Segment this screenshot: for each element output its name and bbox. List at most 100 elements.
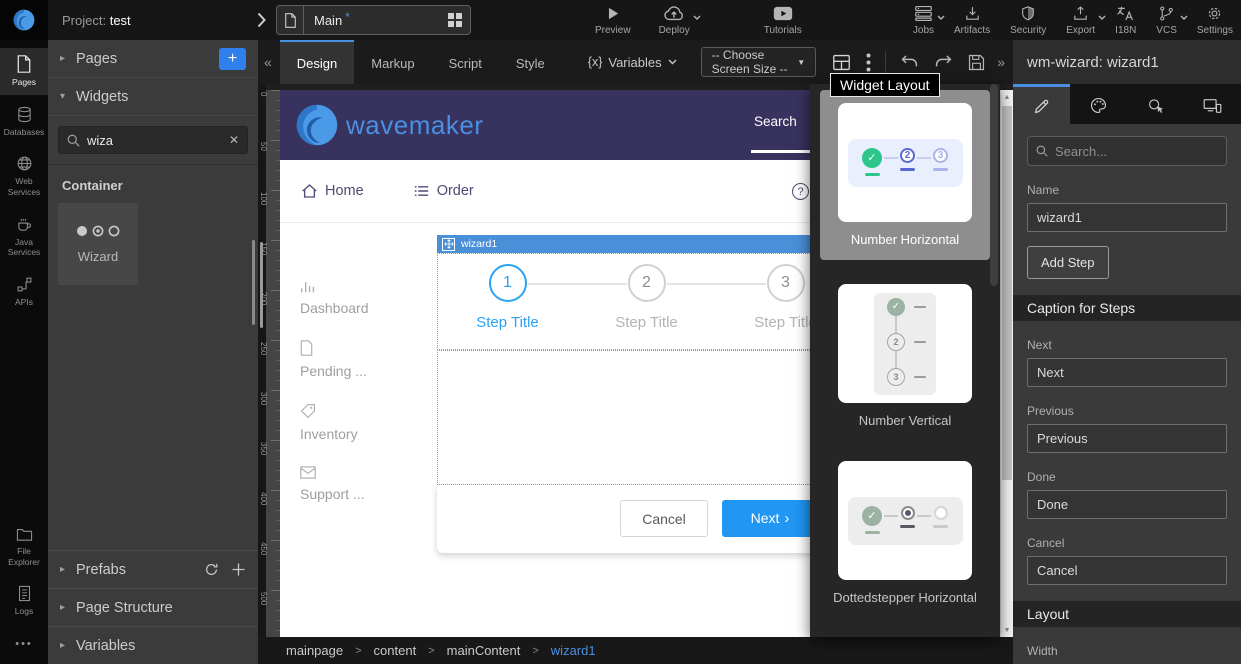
jobs-server-icon [914,5,933,22]
rail-item-file-explorer[interactable]: File Explorer [0,520,48,574]
collapse-panel-icon[interactable]: « [258,54,280,70]
scroll-up-icon[interactable]: ▲ [1001,90,1013,104]
help-icon[interactable]: ? [792,183,809,200]
tab-design[interactable]: Design [280,40,354,84]
pages-grid-icon[interactable] [448,13,462,27]
clear-search-icon[interactable]: ✕ [229,133,239,147]
widget-tile-wizard[interactable]: Wizard [58,203,138,285]
widget-search-box: ✕ [58,126,248,154]
screen-size-select[interactable]: -- Choose Screen Size -- ▼ [701,47,817,77]
breadcrumb-mainpage[interactable]: mainpage [286,643,343,658]
section-widgets[interactable]: ▾ Widgets [48,78,258,116]
i18n-button[interactable]: I18N [1109,3,1142,38]
rail-item-databases[interactable]: Databases [0,99,48,145]
rail-more-button[interactable]: ••• [0,628,48,664]
move-handle-icon[interactable] [442,238,455,251]
rail-item-java-services[interactable]: Java Services [0,209,48,265]
section-variables[interactable]: ▸ Variables [48,626,258,664]
app-nav-support[interactable]: Support ... [300,466,437,502]
breadcrumb-content[interactable]: content [374,643,417,658]
layout-option-number-horizontal[interactable]: ✓ 2 3 Number Horizontal [820,90,990,260]
header-search-link[interactable]: Search [754,114,797,129]
section-page-structure[interactable]: ▸ Page Structure [48,588,258,626]
nav-home[interactable]: Home [302,183,364,199]
jobs-button[interactable]: Jobs [907,3,940,38]
wizard-next-button[interactable]: Next› [722,500,818,537]
rail-item-web-services[interactable]: Web Services [0,148,48,204]
tab-events[interactable] [1127,84,1184,124]
widget-search-input[interactable] [87,133,222,148]
properties-search-input[interactable] [1055,144,1218,159]
nav-order[interactable]: Order [414,183,474,199]
layout-option-dottedstepper-horizontal[interactable]: ✓ Dottedstepper Horizontal [820,461,990,605]
breadcrumb-chevron-icon[interactable] [257,12,266,28]
page-icon [277,6,304,34]
wizard-cancel-button[interactable]: Cancel [620,500,708,537]
cancel-field[interactable] [1027,556,1227,585]
variables-dropdown[interactable]: {x} Variables [588,55,677,70]
tab-devices[interactable] [1184,84,1241,124]
menu-scrollbar-thumb[interactable] [990,84,998,286]
widget-layout-button[interactable] [828,50,855,75]
done-field[interactable] [1027,490,1227,519]
canvas-scrollbar[interactable]: ▲ ▼ [1000,90,1013,637]
tab-properties[interactable] [1013,84,1070,124]
properties-search-box [1027,136,1227,166]
more-options-button[interactable] [862,49,875,76]
tab-style[interactable]: Style [499,40,562,84]
scroll-down-icon[interactable]: ▼ [1001,623,1013,637]
tab-styles[interactable] [1070,84,1127,124]
add-page-button[interactable]: + [219,48,246,70]
save-button[interactable] [964,50,989,75]
wizard-widget-icon [76,225,120,237]
wave-logo-icon [11,7,37,33]
cloud-upload-icon [663,5,685,22]
app-nav-inventory[interactable]: Inventory [300,403,437,442]
next-field[interactable] [1027,358,1227,387]
artifacts-button[interactable]: Artifacts [948,3,996,38]
preview-button[interactable]: Preview [589,3,637,38]
security-button[interactable]: Security [1004,3,1052,38]
breadcrumb-maincontent[interactable]: mainContent [447,643,521,658]
refresh-icon[interactable] [204,562,219,577]
search-active-underline [751,150,815,153]
chevron-down-icon [668,59,677,65]
previous-field[interactable] [1027,424,1227,453]
export-button[interactable]: Export [1060,3,1101,38]
left-panel-scrollbar[interactable] [252,240,255,325]
section-pages[interactable]: ▸ Pages + [48,40,258,78]
rail-item-pages[interactable]: Pages [0,48,48,95]
section-prefabs[interactable]: ▸ Prefabs [48,550,258,588]
translate-icon [1116,5,1135,22]
tab-script[interactable]: Script [432,40,499,84]
undo-button[interactable] [896,50,923,74]
add-prefab-icon[interactable] [231,562,246,577]
vcs-button[interactable]: VCS [1150,3,1183,38]
layout-preview-card: ✓ 2 3 [838,103,972,222]
app-nav-pending[interactable]: Pending ... [300,340,437,379]
check-icon: ✓ [887,298,905,316]
collapsed-arrow-icon: ▸ [60,640,76,651]
layout-preview-card: ✓ 2 3 [838,284,972,403]
wizard-step-1[interactable]: 1 Step Title [438,260,577,331]
breadcrumb-wizard1[interactable]: wizard1 [551,643,596,658]
tutorials-button[interactable]: Tutorials [758,3,808,38]
settings-button[interactable]: Settings [1191,3,1239,38]
database-icon [16,106,33,123]
page-tab-main[interactable]: Main * [276,5,471,35]
rail-item-apis[interactable]: APIs [0,269,48,315]
wavemaker-studio: Project: test Main * Preview Deploy Tuto… [0,0,1241,664]
wavemaker-logo[interactable] [0,0,48,40]
rail-item-logs[interactable]: Logs [0,578,48,624]
name-field[interactable] [1027,203,1227,232]
redo-button[interactable] [930,50,957,74]
layout-option-number-vertical[interactable]: ✓ 2 3 Number Vertical [820,284,990,428]
deploy-button[interactable]: Deploy [653,3,696,38]
add-step-button[interactable]: Add Step [1027,246,1109,279]
tab-markup[interactable]: Markup [354,40,431,84]
app-nav-dashboard[interactable]: Dashboard [300,279,437,316]
wizard-step-2[interactable]: 2 Step Title [577,260,716,331]
inspect-cursor-icon [1147,97,1165,114]
canvas-scrollbar-thumb[interactable] [1002,106,1012,480]
expand-panel-icon[interactable]: » [989,54,1013,70]
